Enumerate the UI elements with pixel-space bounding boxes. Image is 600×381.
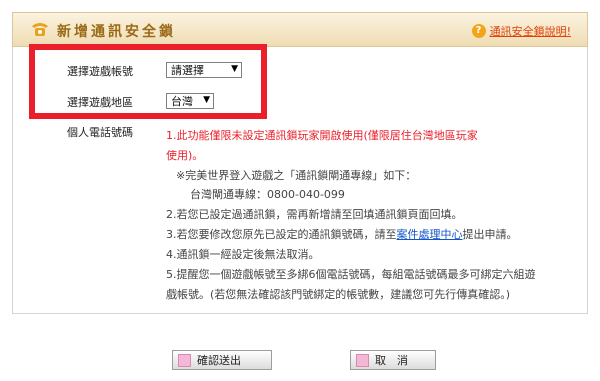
submit-button-label: 確認送出 xyxy=(197,354,241,367)
note-3-prefix: 3.若您要修改您原先已設定的通訊鎖號碼，請至 xyxy=(166,228,397,241)
page-title: 新增通訊安全鎖 xyxy=(57,24,176,40)
account-select[interactable]: 請選擇 ▼ xyxy=(166,62,242,78)
help-link[interactable]: ? 通訊安全鎖說明! xyxy=(471,23,571,39)
note-2: 2.若您已設定過通訊鎖，需再新增請至回填通訊鎖頁面回填。 xyxy=(166,208,463,221)
account-label: 選擇遊戲帳號 xyxy=(67,65,133,78)
note-hotline: 台灣閘通專線：0800-040-099 xyxy=(190,188,345,201)
region-select-value: 台灣 xyxy=(171,95,193,108)
note-star: ※完美世界登入遊戲之「通訊鎖閘通專線」如下： xyxy=(176,169,417,182)
pink-square-icon xyxy=(178,353,191,367)
region-select[interactable]: 台灣 ▼ xyxy=(166,93,214,109)
cancel-button[interactable]: 取 消 xyxy=(350,350,436,370)
question-icon: ? xyxy=(471,24,486,38)
header-bar: 新增通訊安全鎖 ? 通訊安全鎖說明! xyxy=(12,12,588,47)
caret-down-icon: ▼ xyxy=(231,64,238,74)
note-1: 1.此功能僅限未設定通訊鎖玩家開啟使用(僅限居住台灣地區玩家 xyxy=(166,126,478,145)
note-4: 4.通訊鎖一經設定後無法取消。 xyxy=(166,248,320,261)
phone-label: 個人電話號碼 xyxy=(67,126,133,139)
account-select-value: 請選擇 xyxy=(171,64,204,77)
region-label: 選擇遊戲地區 xyxy=(67,96,133,109)
note-5b: 戲帳號。(若您無法確認該門號綁定的帳號數，建議您可先行傳真確認。) xyxy=(166,288,511,301)
note-1-line-b: 使用)。 xyxy=(166,149,204,162)
note-5a: 5.提醒您一個遊戲帳號至多綁6個電話號碼，每組電話號碼最多可綁定六組遊 xyxy=(166,268,536,281)
pink-square-icon xyxy=(356,353,369,367)
note-3-suffix: 提出申請。 xyxy=(462,228,518,241)
note-1b: 使用)。 xyxy=(166,146,203,165)
highlight-frame xyxy=(29,44,267,119)
case-center-link[interactable]: 案件處理中心 xyxy=(397,228,463,241)
caret-down-icon: ▼ xyxy=(203,95,210,105)
cancel-button-label: 取 消 xyxy=(375,354,408,367)
note-3: 3.若您要修改您原先已設定的通訊鎖號碼，請至案件處理中心提出申請。 xyxy=(166,225,518,244)
phone-icon xyxy=(32,23,48,36)
note-1-line-a: 1.此功能僅限未設定通訊鎖玩家開啟使用(僅限居住台灣地區玩家 xyxy=(166,129,478,142)
submit-button[interactable]: 確認送出 xyxy=(172,350,272,370)
help-link-text[interactable]: 通訊安全鎖說明! xyxy=(490,23,571,39)
